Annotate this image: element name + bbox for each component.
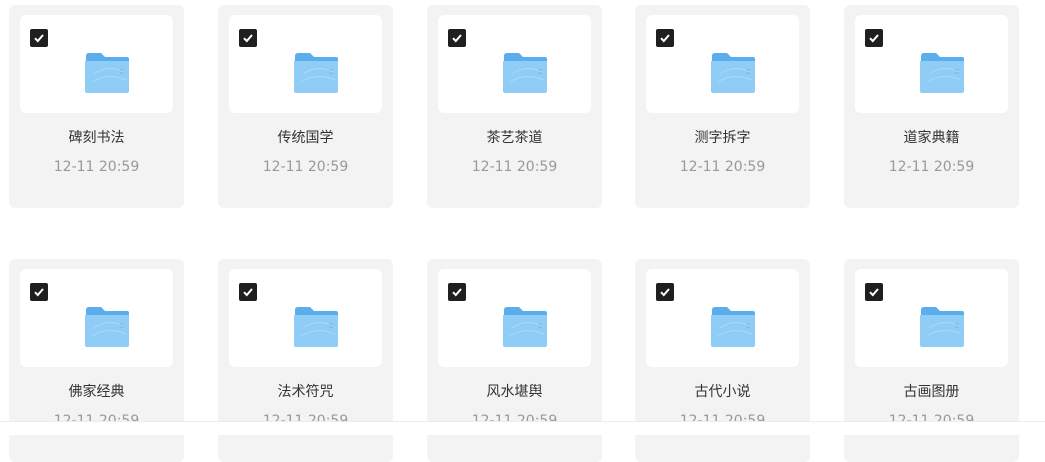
folder-name[interactable]: 传统国学	[218, 129, 393, 147]
folder-name[interactable]: 法术符咒	[218, 383, 393, 401]
checkmark-icon	[34, 288, 44, 297]
checkmark-icon	[869, 288, 879, 297]
folder-date: 12-11 20:59	[53, 159, 140, 175]
checkmark-icon	[869, 34, 879, 43]
folder-icon	[503, 53, 547, 93]
checkmark-icon	[243, 34, 253, 43]
folder-icon	[920, 307, 964, 347]
checkbox-checked[interactable]	[448, 283, 466, 301]
folder-card[interactable]: 测字拆字 12-11 20:59	[635, 5, 810, 208]
checkbox-checked[interactable]	[656, 283, 674, 301]
folder-thumbnail[interactable]	[229, 15, 382, 113]
checkbox-checked[interactable]	[865, 29, 883, 47]
folder-thumbnail[interactable]	[20, 269, 173, 367]
folder-thumbnail[interactable]	[438, 15, 591, 113]
folder-name[interactable]: 茶艺茶道	[427, 129, 602, 147]
checkbox-checked[interactable]	[865, 283, 883, 301]
folder-icon	[85, 307, 129, 347]
folder-icon	[294, 307, 338, 347]
folder-thumbnail[interactable]	[855, 269, 1008, 367]
folder-thumbnail[interactable]	[855, 15, 1008, 113]
folder-name[interactable]: 道家典籍	[844, 129, 1019, 147]
checkbox-checked[interactable]	[656, 29, 674, 47]
folder-icon	[920, 53, 964, 93]
folder-icon	[85, 53, 129, 93]
folder-date: 12-11 20:59	[888, 159, 975, 175]
folder-name[interactable]: 碑刻书法	[9, 129, 184, 147]
folder-name[interactable]: 测字拆字	[635, 129, 810, 147]
checkmark-icon	[34, 34, 44, 43]
folder-icon	[711, 307, 755, 347]
bottom-edge-bar	[0, 421, 1045, 435]
folder-thumbnail[interactable]	[438, 269, 591, 367]
folder-card[interactable]: 道家典籍 12-11 20:59	[844, 5, 1019, 208]
checkbox-checked[interactable]	[30, 29, 48, 47]
folder-thumbnail[interactable]	[646, 15, 799, 113]
folder-icon	[503, 307, 547, 347]
folder-name[interactable]: 风水堪舆	[427, 383, 602, 401]
folder-card[interactable]: 传统国学 12-11 20:59	[218, 5, 393, 208]
folder-icon	[294, 53, 338, 93]
folder-card[interactable]: 茶艺茶道 12-11 20:59	[427, 5, 602, 208]
checkbox-checked[interactable]	[448, 29, 466, 47]
folder-grid: 碑刻书法 12-11 20:59 传统国学 12-11 20:59 茶艺茶道 1…	[0, 0, 1045, 462]
checkmark-icon	[243, 288, 253, 297]
checkmark-icon	[660, 288, 670, 297]
checkbox-checked[interactable]	[30, 283, 48, 301]
folder-thumbnail[interactable]	[20, 15, 173, 113]
folder-date: 12-11 20:59	[471, 159, 558, 175]
folder-name[interactable]: 古代小说	[635, 383, 810, 401]
folder-card[interactable]: 碑刻书法 12-11 20:59	[9, 5, 184, 208]
checkmark-icon	[452, 34, 462, 43]
checkbox-checked[interactable]	[239, 29, 257, 47]
checkbox-checked[interactable]	[239, 283, 257, 301]
folder-date: 12-11 20:59	[262, 159, 349, 175]
folder-icon	[711, 53, 755, 93]
folder-name[interactable]: 古画图册	[844, 383, 1019, 401]
checkmark-icon	[452, 288, 462, 297]
folder-name[interactable]: 佛家经典	[9, 383, 184, 401]
folder-date: 12-11 20:59	[679, 159, 766, 175]
folder-thumbnail[interactable]	[229, 269, 382, 367]
checkmark-icon	[660, 34, 670, 43]
folder-thumbnail[interactable]	[646, 269, 799, 367]
